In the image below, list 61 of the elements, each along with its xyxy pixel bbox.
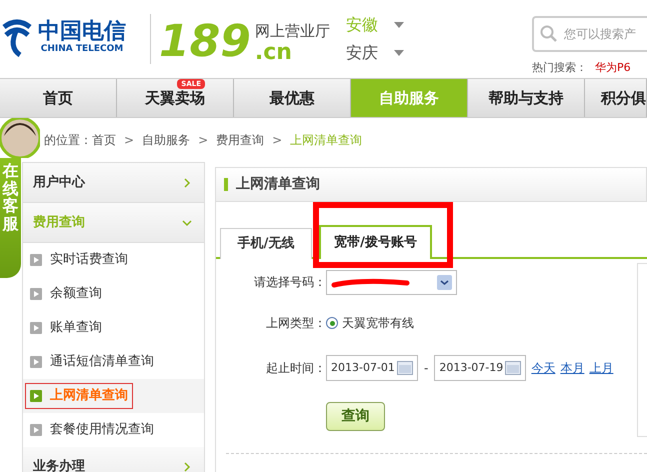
sidebar-item[interactable]: 实时话费查询	[25, 247, 133, 273]
sidebar-item[interactable]: 套餐使用情况查询	[25, 417, 159, 443]
nav-tab[interactable]: 积分俱	[585, 79, 647, 117]
breadcrumb-current: 上网清单查询	[290, 132, 362, 149]
sidebar-item[interactable]: 通话短信清单查询	[25, 349, 159, 375]
dropdown-icon	[437, 274, 452, 290]
play-icon	[30, 356, 42, 368]
calendar-icon[interactable]	[505, 361, 522, 375]
number-label: 请选择号码：	[253, 274, 326, 291]
number-select[interactable]	[326, 270, 457, 294]
brand-number: 189	[159, 20, 251, 64]
nav-tab[interactable]: 帮助与支持	[468, 79, 585, 117]
breadcrumb-link[interactable]: 首页	[92, 131, 116, 149]
breadcrumb-separator: >	[124, 132, 134, 149]
date-shortcut-link[interactable]: 今天	[531, 359, 556, 377]
radio-button[interactable]	[326, 317, 338, 329]
breadcrumb-separator: >	[198, 132, 208, 149]
city-select[interactable]: 安庆	[346, 41, 404, 65]
search-field[interactable]: 您可以搜索产	[532, 16, 647, 52]
chevron-down-icon	[182, 218, 192, 228]
play-icon	[30, 254, 42, 266]
sidebar-group[interactable]: 用户中心	[23, 163, 204, 203]
sidebar-item[interactable]: 余额查询	[25, 281, 107, 307]
query-button[interactable]: 查询	[326, 402, 385, 430]
chevron-right-icon	[182, 178, 192, 188]
play-icon	[30, 288, 42, 300]
sidebar-item[interactable]: 账单查询	[25, 315, 107, 341]
date-shortcut-link[interactable]: 本月	[560, 359, 584, 377]
avatar-icon	[0, 118, 40, 158]
nav-tab[interactable]: 首页	[0, 79, 117, 117]
logo-subtitle: CHINA TELECOM	[40, 43, 124, 56]
brand-title: 网上营业厅	[254, 20, 330, 42]
radio-label: 天翼宽带有线	[342, 315, 414, 332]
tab[interactable]: 宽带/拨号账号	[319, 225, 432, 259]
play-icon	[30, 390, 42, 402]
title-bar-icon	[224, 178, 228, 191]
play-icon	[30, 424, 42, 436]
end-date-field[interactable]: 2013-07-19	[434, 355, 526, 381]
breadcrumb-separator: >	[272, 132, 282, 149]
logo-title: 中国电信	[38, 21, 126, 44]
caret-icon	[394, 50, 404, 56]
date-separator: -	[424, 360, 428, 377]
type-label: 上网类型：	[265, 315, 326, 332]
hot-search-label: 热门搜索：	[532, 60, 587, 76]
panel-title: 上网清单查询	[236, 175, 320, 194]
caret-icon	[394, 22, 404, 28]
breadcrumb-link[interactable]: 自助服务	[142, 131, 190, 149]
date-label: 起止时间：	[265, 360, 326, 377]
hot-search-link[interactable]: 华为P6	[595, 60, 631, 76]
chevron-right-icon	[182, 462, 192, 472]
sidebar-group[interactable]: 业务办理	[23, 447, 204, 472]
logo-icon	[0, 19, 34, 59]
play-icon	[30, 322, 42, 334]
breadcrumb-link[interactable]: 费用查询	[216, 131, 264, 149]
brand-suffix: .cn	[254, 42, 293, 64]
breadcrumb-label: 的位置：	[44, 132, 92, 149]
calendar-icon[interactable]	[397, 361, 413, 375]
search-icon	[540, 25, 558, 43]
date-shortcut-link[interactable]: 上月	[589, 359, 614, 377]
tab[interactable]: 手机/无线	[220, 228, 312, 259]
start-date-field[interactable]: 2013-07-01	[326, 355, 418, 381]
